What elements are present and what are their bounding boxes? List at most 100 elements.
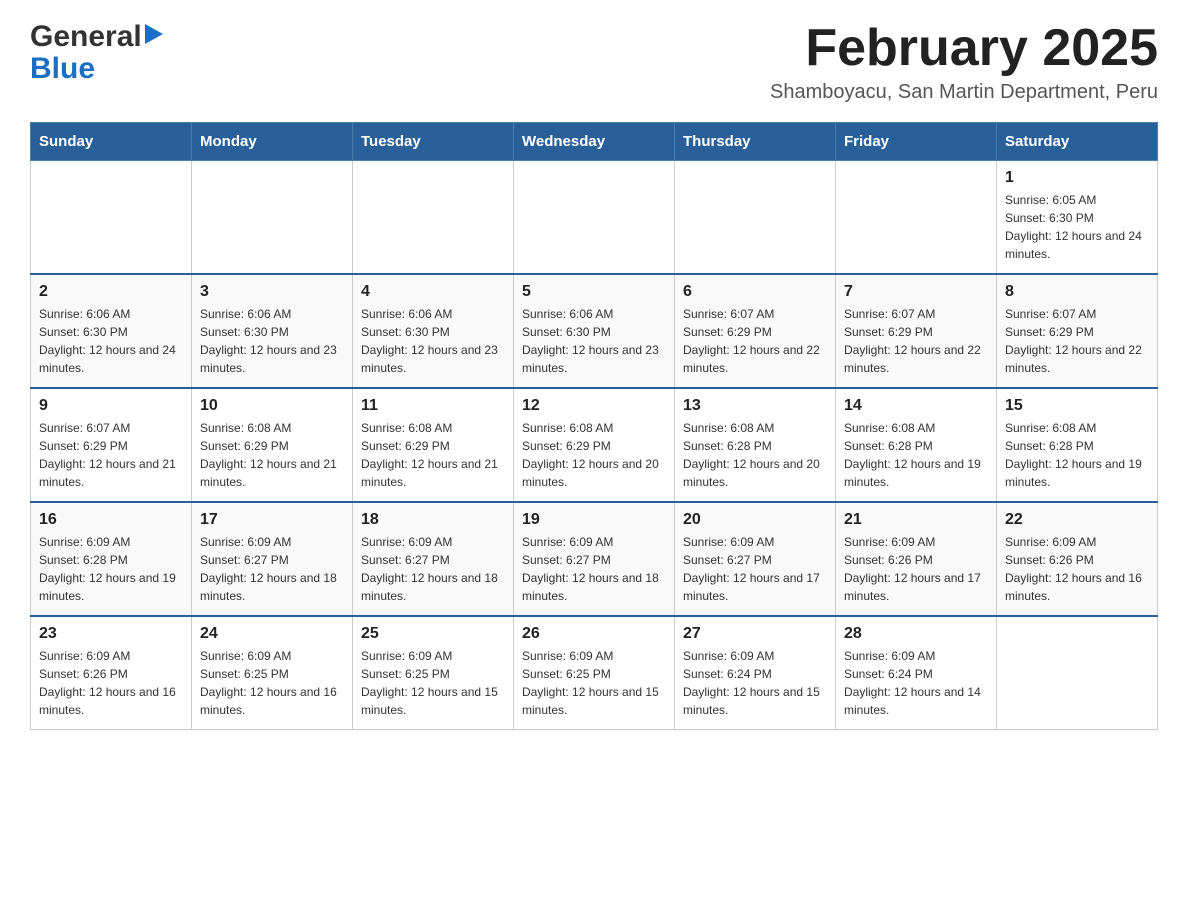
- calendar-cell: 8Sunrise: 6:07 AM Sunset: 6:29 PM Daylig…: [997, 274, 1158, 388]
- day-number: 3: [200, 283, 344, 301]
- day-info: Sunrise: 6:08 AM Sunset: 6:28 PM Dayligh…: [1005, 419, 1149, 491]
- day-info: Sunrise: 6:06 AM Sunset: 6:30 PM Dayligh…: [361, 305, 505, 377]
- title-area: February 2025 Shamboyacu, San Martin Dep…: [770, 20, 1158, 104]
- day-info: Sunrise: 6:08 AM Sunset: 6:28 PM Dayligh…: [683, 419, 827, 491]
- day-number: 10: [200, 397, 344, 415]
- calendar-cell: [675, 161, 836, 275]
- calendar-cell: 17Sunrise: 6:09 AM Sunset: 6:27 PM Dayli…: [192, 502, 353, 616]
- day-number: 26: [522, 625, 666, 643]
- calendar-week-row: 1 Sunrise: 6:05 AM Sunset: 6:30 PM Daylig…: [31, 161, 1158, 275]
- logo-general-text: General: [30, 20, 142, 54]
- calendar-week-row: 9 Sunrise: 6:07 AM Sunset: 6:29 PM Daylig…: [31, 388, 1158, 502]
- calendar-cell: 23 Sunrise: 6:09 AM Sunset: 6:26 PM Dayli…: [31, 616, 192, 730]
- calendar-cell: [514, 161, 675, 275]
- page-title: February 2025: [770, 20, 1158, 77]
- day-info: Sunrise: 6:07 AM Sunset: 6:29 PM Dayligh…: [844, 305, 988, 377]
- day-info: Sunrise: 6:07 AM Sunset: 6:29 PM Dayligh…: [683, 305, 827, 377]
- calendar-table: SundayMondayTuesdayWednesdayThursdayFrid…: [30, 122, 1158, 730]
- day-info: Sunrise: 6:09 AM Sunset: 6:27 PM Dayligh…: [522, 533, 666, 605]
- calendar-cell: 22 Sunrise: 6:09 AM Sunset: 6:26 PM Dayli…: [997, 502, 1158, 616]
- day-info: Sunrise: 6:07 AM Sunset: 6:29 PM Dayligh…: [39, 419, 183, 491]
- day-number: 16: [39, 511, 183, 529]
- day-info: Sunrise: 6:09 AM Sunset: 6:27 PM Dayligh…: [683, 533, 827, 605]
- logo: General Blue: [30, 20, 163, 84]
- day-info: Sunrise: 6:09 AM Sunset: 6:24 PM Dayligh…: [844, 647, 988, 719]
- day-info: Sunrise: 6:09 AM Sunset: 6:24 PM Dayligh…: [683, 647, 827, 719]
- day-number: 12: [522, 397, 666, 415]
- calendar-cell: 7 Sunrise: 6:07 AM Sunset: 6:29 PM Daylig…: [836, 274, 997, 388]
- day-info: Sunrise: 6:06 AM Sunset: 6:30 PM Dayligh…: [522, 305, 666, 377]
- day-number: 28: [844, 625, 988, 643]
- day-number: 14: [844, 397, 988, 415]
- calendar-week-row: 23 Sunrise: 6:09 AM Sunset: 6:26 PM Dayli…: [31, 616, 1158, 730]
- calendar-cell: 21 Sunrise: 6:09 AM Sunset: 6:26 PM Dayli…: [836, 502, 997, 616]
- day-number: 8: [1005, 283, 1149, 301]
- calendar-cell: 13 Sunrise: 6:08 AM Sunset: 6:28 PM Dayli…: [675, 388, 836, 502]
- weekday-header-saturday: Saturday: [997, 123, 1158, 161]
- calendar-cell: 24 Sunrise: 6:09 AM Sunset: 6:25 PM Dayli…: [192, 616, 353, 730]
- day-number: 23: [39, 625, 183, 643]
- day-info: Sunrise: 6:09 AM Sunset: 6:25 PM Dayligh…: [522, 647, 666, 719]
- weekday-header-thursday: Thursday: [675, 123, 836, 161]
- day-number: 25: [361, 625, 505, 643]
- weekday-header-friday: Friday: [836, 123, 997, 161]
- calendar-cell: 4 Sunrise: 6:06 AM Sunset: 6:30 PM Daylig…: [353, 274, 514, 388]
- calendar-cell: 10 Sunrise: 6:08 AM Sunset: 6:29 PM Dayli…: [192, 388, 353, 502]
- day-number: 2: [39, 283, 183, 301]
- day-info: Sunrise: 6:09 AM Sunset: 6:26 PM Dayligh…: [844, 533, 988, 605]
- calendar-cell: 16 Sunrise: 6:09 AM Sunset: 6:28 PM Dayli…: [31, 502, 192, 616]
- day-number: 1: [1005, 169, 1149, 187]
- header: General Blue February 2025 Shamboyacu, S…: [30, 20, 1158, 104]
- weekday-header-wednesday: Wednesday: [514, 123, 675, 161]
- calendar-week-row: 2 Sunrise: 6:06 AM Sunset: 6:30 PM Daylig…: [31, 274, 1158, 388]
- calendar-cell: 9 Sunrise: 6:07 AM Sunset: 6:29 PM Daylig…: [31, 388, 192, 502]
- calendar-cell: 18 Sunrise: 6:09 AM Sunset: 6:27 PM Dayli…: [353, 502, 514, 616]
- day-number: 4: [361, 283, 505, 301]
- calendar-cell: [31, 161, 192, 275]
- day-info: Sunrise: 6:09 AM Sunset: 6:27 PM Dayligh…: [361, 533, 505, 605]
- day-info: Sunrise: 6:09 AM Sunset: 6:26 PM Dayligh…: [39, 647, 183, 719]
- day-info: Sunrise: 6:09 AM Sunset: 6:26 PM Dayligh…: [1005, 533, 1149, 605]
- day-number: 7: [844, 283, 988, 301]
- day-number: 24: [200, 625, 344, 643]
- day-info: Sunrise: 6:05 AM Sunset: 6:30 PM Dayligh…: [1005, 191, 1149, 263]
- weekday-header-tuesday: Tuesday: [353, 123, 514, 161]
- calendar-cell: 11 Sunrise: 6:08 AM Sunset: 6:29 PM Dayli…: [353, 388, 514, 502]
- day-number: 13: [683, 397, 827, 415]
- day-number: 27: [683, 625, 827, 643]
- calendar-cell: 14 Sunrise: 6:08 AM Sunset: 6:28 PM Dayli…: [836, 388, 997, 502]
- day-number: 18: [361, 511, 505, 529]
- day-info: Sunrise: 6:09 AM Sunset: 6:28 PM Dayligh…: [39, 533, 183, 605]
- day-number: 11: [361, 397, 505, 415]
- day-number: 17: [200, 511, 344, 529]
- calendar-cell: 26 Sunrise: 6:09 AM Sunset: 6:25 PM Dayli…: [514, 616, 675, 730]
- calendar-cell: 6Sunrise: 6:07 AM Sunset: 6:29 PM Daylig…: [675, 274, 836, 388]
- subtitle: Shamboyacu, San Martin Department, Peru: [770, 81, 1158, 104]
- day-info: Sunrise: 6:08 AM Sunset: 6:29 PM Dayligh…: [361, 419, 505, 491]
- calendar-cell: 19 Sunrise: 6:09 AM Sunset: 6:27 PM Dayli…: [514, 502, 675, 616]
- day-info: Sunrise: 6:09 AM Sunset: 6:25 PM Dayligh…: [361, 647, 505, 719]
- day-number: 22: [1005, 511, 1149, 529]
- day-number: 19: [522, 511, 666, 529]
- day-info: Sunrise: 6:08 AM Sunset: 6:29 PM Dayligh…: [200, 419, 344, 491]
- calendar-cell: 1 Sunrise: 6:05 AM Sunset: 6:30 PM Daylig…: [997, 161, 1158, 275]
- day-number: 21: [844, 511, 988, 529]
- day-number: 5: [522, 283, 666, 301]
- weekday-header-monday: Monday: [192, 123, 353, 161]
- weekday-header-sunday: Sunday: [31, 123, 192, 161]
- calendar-cell: [997, 616, 1158, 730]
- calendar-cell: 15 Sunrise: 6:08 AM Sunset: 6:28 PM Dayli…: [997, 388, 1158, 502]
- calendar-cell: 27 Sunrise: 6:09 AM Sunset: 6:24 PM Dayli…: [675, 616, 836, 730]
- day-number: 15: [1005, 397, 1149, 415]
- day-number: 9: [39, 397, 183, 415]
- logo-triangle-icon: [145, 24, 163, 49]
- calendar-cell: 25 Sunrise: 6:09 AM Sunset: 6:25 PM Dayli…: [353, 616, 514, 730]
- day-info: Sunrise: 6:06 AM Sunset: 6:30 PM Dayligh…: [200, 305, 344, 377]
- day-info: Sunrise: 6:08 AM Sunset: 6:28 PM Dayligh…: [844, 419, 988, 491]
- calendar-cell: 5 Sunrise: 6:06 AM Sunset: 6:30 PM Daylig…: [514, 274, 675, 388]
- day-info: Sunrise: 6:09 AM Sunset: 6:25 PM Dayligh…: [200, 647, 344, 719]
- day-info: Sunrise: 6:08 AM Sunset: 6:29 PM Dayligh…: [522, 419, 666, 491]
- calendar-cell: [836, 161, 997, 275]
- calendar-cell: 3 Sunrise: 6:06 AM Sunset: 6:30 PM Daylig…: [192, 274, 353, 388]
- day-info: Sunrise: 6:06 AM Sunset: 6:30 PM Dayligh…: [39, 305, 183, 377]
